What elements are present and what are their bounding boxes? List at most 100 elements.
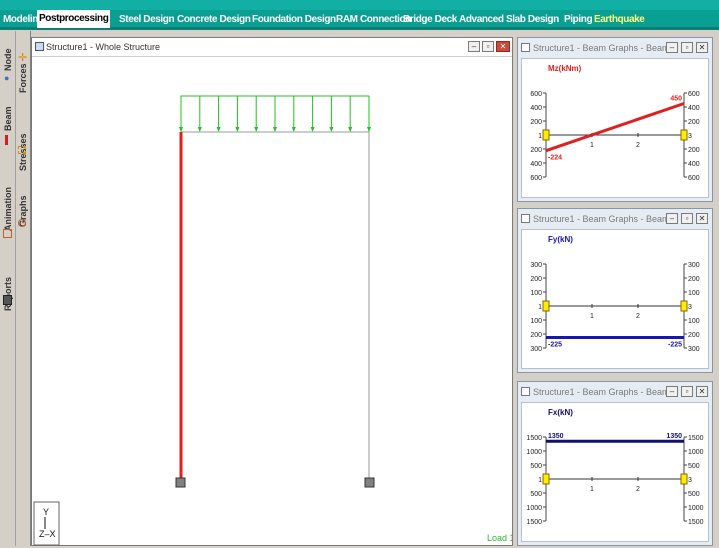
minimize-icon[interactable]: – [666,42,678,53]
maximize-icon[interactable]: ▫ [681,386,693,397]
right-tick-label: 1500 [688,519,704,526]
x-tick-label: 2 [636,313,640,320]
start-node-marker [542,129,550,141]
load-arrows [179,96,371,132]
left-tick-label: 1500 [526,519,542,526]
graph-quantity-label: Fx(kN) [548,408,573,417]
close-icon[interactable]: ✕ [496,41,510,52]
load-arrow-head [197,127,202,132]
right-tick-label: 3 [688,133,692,140]
x-tick-label: 1 [590,142,594,149]
tab-earthquake[interactable]: Earthquake [592,12,646,27]
load-arrow-head [273,127,277,132]
left-tick-label: 1000 [526,505,542,512]
start-value-label: -225 [548,342,562,349]
right-tick-label: 100 [688,318,700,325]
structure-viewport[interactable]: Y Z–X Load 1 [32,57,512,546]
side-tab-beam[interactable]: Beam [1,106,15,171]
left-tick-label: 400 [530,105,542,112]
structure-window[interactable]: Structure1 - Whole Structure – ▫ ✕ Y Z–X… [31,37,513,546]
load-arrow-head [310,127,315,132]
left-tick-label: 1000 [526,449,542,456]
tab-postprocessing[interactable]: Postprocessing [37,10,111,28]
right-tick-label: 1000 [688,505,704,512]
graph-window-titlebar[interactable]: Structure1 - Beam Graphs - Beam 1 – ▫ ✕ [518,38,712,58]
graph-window-mz[interactable]: Structure1 - Beam Graphs - Beam 1 – ▫ ✕ … [517,37,713,202]
load-arrow-head [329,127,334,132]
graph-canvas-fy: Fy(kN) 300 200 100 1 100 200 300 300 200 100 3 100 20… [521,229,709,369]
graph-window-title: Structure1 - Beam Graphs - Beam 1 [533,387,678,397]
left-tick-label: 1500 [526,435,542,442]
maximize-icon[interactable]: ▫ [482,41,494,52]
tab-piping[interactable]: Piping [562,12,594,27]
side-tab-forces-label: Forces [18,63,28,93]
right-tick-label: 200 [688,276,700,283]
structure-window-titlebar[interactable]: Structure1 - Whole Structure – ▫ ✕ [32,38,512,57]
minimize-icon[interactable]: – [666,213,678,224]
close-icon[interactable]: ✕ [696,213,708,224]
side-tab-graphs[interactable]: Graphs [16,195,30,267]
side-tab-reports[interactable]: Reports [1,277,15,351]
side-tab-forces[interactable]: Forces [16,63,30,133]
side-tab-animation[interactable]: Animation [1,187,15,281]
side-tab-animation-label: Animation [3,187,13,231]
end-value-label: -225 [668,342,682,349]
graph-window-title: Structure1 - Beam Graphs - Beam 1 [533,214,678,224]
maximize-icon[interactable]: ▫ [681,213,693,224]
graph-window-titlebar[interactable]: Structure1 - Beam Graphs - Beam 1 – ▫ ✕ [518,382,712,402]
graph-quantity-label: Mz(kNm) [548,64,582,73]
close-icon[interactable]: ✕ [696,42,708,53]
left-tick-label: 600 [530,91,542,98]
tab-steel-design[interactable]: Steel Design [117,12,176,27]
ribbon-strip [0,0,719,10]
ribbon-tab-bar: Modeling Postprocessing Steel Design Con… [0,0,719,30]
support-left[interactable] [175,477,186,488]
right-tick-label: 200 [688,147,700,154]
side-tab-beam-label: Beam [3,106,13,131]
tab-bridge-deck[interactable]: Bridge Deck [401,12,459,27]
support-right[interactable] [364,477,375,488]
left-tick-label: 300 [530,262,542,269]
left-tick-label: 500 [530,463,542,470]
maximize-icon[interactable]: ▫ [681,42,693,53]
left-tick-label: 200 [530,332,542,339]
structure-window-title: Structure1 - Whole Structure [46,42,161,52]
tab-advanced-slab-design[interactable]: Advanced Slab Design [457,12,561,27]
right-tick-label: 1000 [688,449,704,456]
forces-icon: ✛ [18,52,28,64]
graph-window-titlebar[interactable]: Structure1 - Beam Graphs - Beam 1 – ▫ ✕ [518,209,712,229]
minimize-icon[interactable]: – [666,386,678,397]
graph-window-title: Structure1 - Beam Graphs - Beam 1 [533,43,678,53]
axis-zx-label: Z–X [39,529,56,539]
load-arrow-head [291,127,296,132]
right-tick-label: 1500 [688,435,704,442]
right-tick-label: 200 [688,119,700,126]
left-tick-label: 1 [538,304,542,311]
left-tick-label: 500 [530,491,542,498]
right-tick-label: 3 [688,477,692,484]
tab-concrete-design[interactable]: Concrete Design [175,12,252,27]
right-tick-label: 500 [688,491,700,498]
end-node-marker [680,473,688,485]
axis-y-label: Y [43,507,49,517]
graph-window-fy[interactable]: Structure1 - Beam Graphs - Beam 1 – ▫ ✕ … [517,208,713,373]
graph-window-fx[interactable]: Structure1 - Beam Graphs - Beam 1 – ▫ ✕ … [517,381,713,546]
load-arrow-head [216,127,221,132]
diagram-line [545,102,685,153]
x-tick-label: 1 [590,486,594,493]
start-value-label: -224 [548,155,562,162]
left-tick-label: 400 [530,161,542,168]
fx-graph: Fx(kN)1500100050015001000150015001000500… [526,408,704,526]
left-tick-label: 300 [530,346,542,353]
graph-canvas-fx: Fx(kN) 1500 1000 500 1 500 1000 1500 1500 1000 500… [521,402,709,542]
right-tick-label: 200 [688,332,700,339]
left-tick-label: 600 [530,175,542,182]
end-node-marker [680,129,688,141]
right-tick-label: 300 [688,262,700,269]
tab-foundation-design[interactable]: Foundation Design [250,12,338,27]
close-icon[interactable]: ✕ [696,386,708,397]
end-value-label: 450 [670,96,682,103]
graph-window-icon [521,214,530,223]
minimize-icon[interactable]: – [468,41,480,52]
node-icon: ● [4,73,10,83]
